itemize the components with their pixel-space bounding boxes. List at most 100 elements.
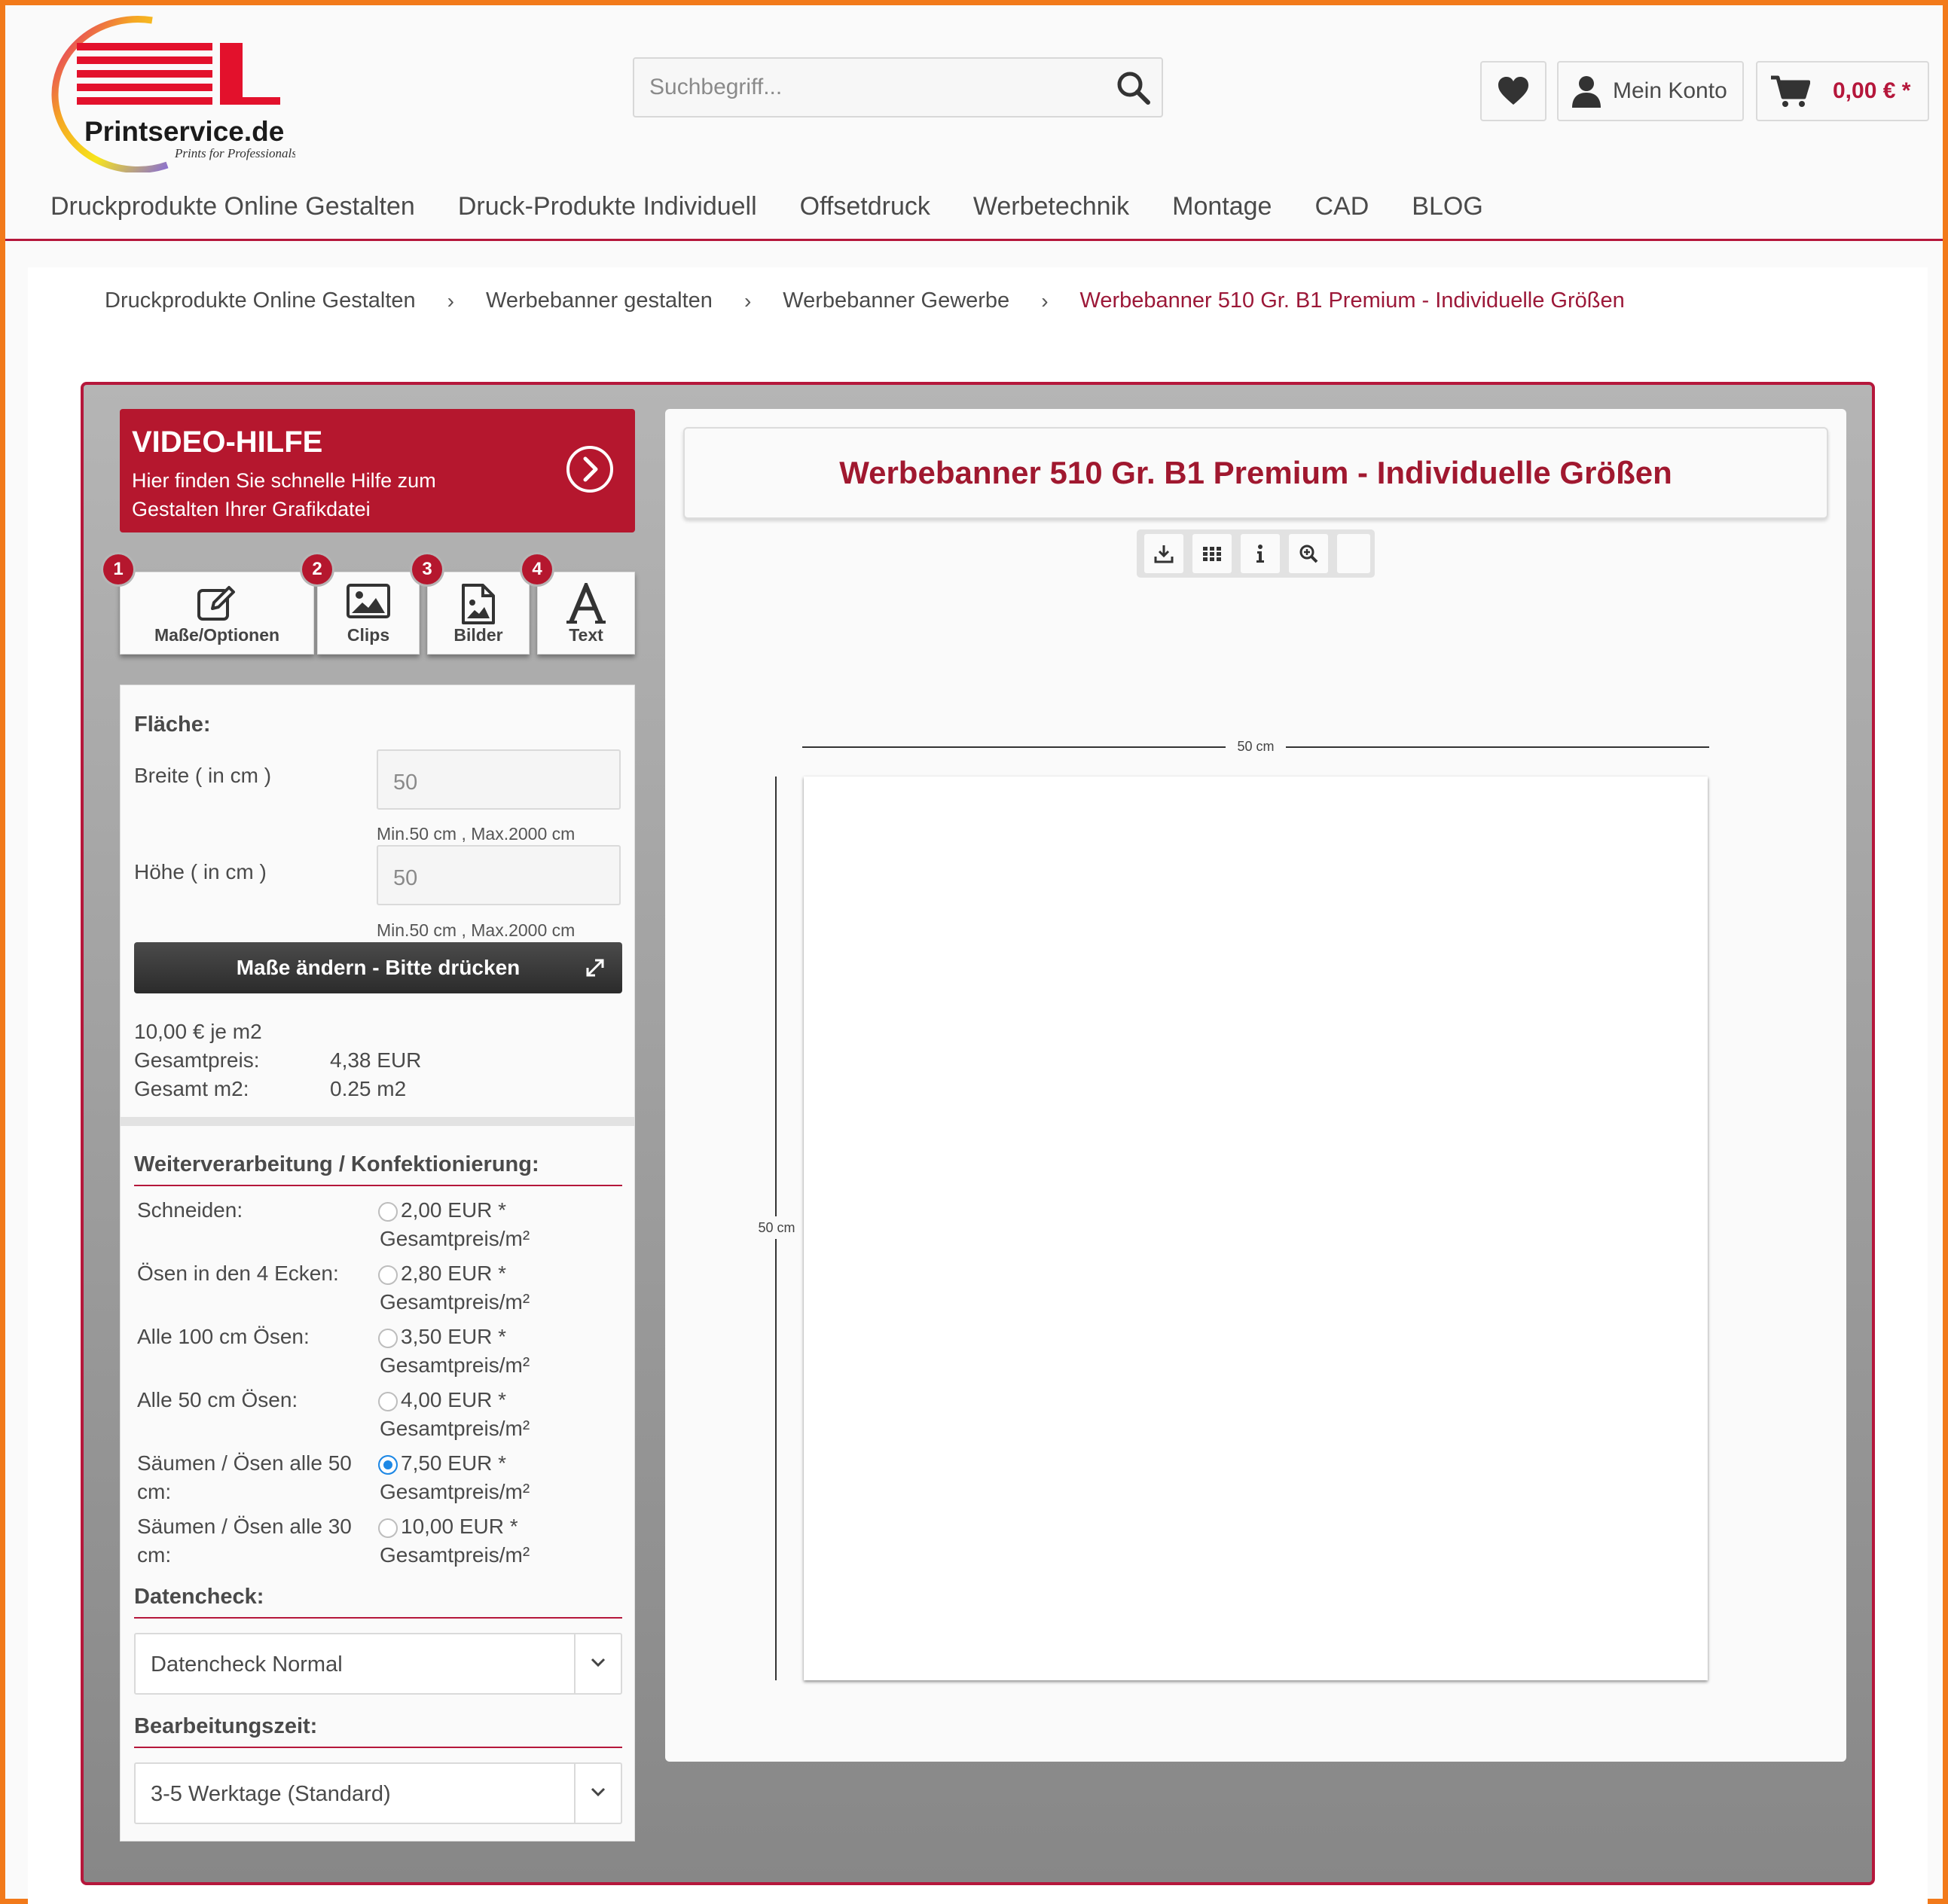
search-input[interactable] <box>634 59 1101 116</box>
search-box <box>633 57 1163 117</box>
canvas-toolbar <box>1137 529 1375 578</box>
tab-label: Clips <box>347 625 390 645</box>
finishing-option-price: 3,50 EUR * Gesamtpreis/m² <box>380 1325 530 1377</box>
finishing-option-price: 2,80 EUR * Gesamtpreis/m² <box>380 1262 530 1314</box>
banner-designer: VIDEO-HILFE Hier finden Sie schnelle Hil… <box>81 382 1875 1885</box>
processing-value: 3-5 Werktage (Standard) <box>151 1782 391 1806</box>
main-navigation: Druckprodukte Online Gestalten Druck-Pro… <box>50 192 1526 221</box>
chevron-down-icon <box>591 1787 606 1797</box>
video-help-title: VIDEO-HILFE <box>132 426 323 459</box>
nav-item[interactable]: Montage <box>1172 192 1272 221</box>
total-m2-label: Gesamt m2: <box>134 1077 249 1100</box>
width-dimension-label: 50 cm <box>1226 736 1286 757</box>
options-panel: Fläche: Breite ( in cm ) 50 Min.50 cm , … <box>120 685 635 1841</box>
video-help-banner[interactable]: VIDEO-HILFE Hier finden Sie schnelle Hil… <box>120 409 635 532</box>
breadcrumb-item[interactable]: Druckprodukte Online Gestalten <box>105 288 416 313</box>
finishing-option-price: 7,50 EUR * Gesamtpreis/m² <box>380 1451 530 1503</box>
dropdown-toggle[interactable] <box>574 1634 621 1693</box>
finishing-option-label: Ösen in den 4 Ecken: <box>137 1262 339 1285</box>
chevron-right-icon: › <box>447 288 454 313</box>
logo-tagline: Prints for Professionals <box>174 146 295 160</box>
info-icon[interactable] <box>1241 534 1280 573</box>
tab-text[interactable]: Text <box>537 572 635 654</box>
design-artboard[interactable] <box>804 777 1708 1680</box>
dropdown-toggle[interactable] <box>574 1764 621 1823</box>
price-per-m2: 10,00 € je m2 <box>134 1020 262 1043</box>
file-image-icon <box>462 584 495 624</box>
step-badge: 4 <box>522 554 552 584</box>
finishing-option-label: Schneiden: <box>137 1198 243 1222</box>
width-label: Breite ( in cm ) <box>134 764 272 787</box>
nav-item[interactable]: CAD <box>1314 192 1369 221</box>
finishing-option-price: 2,00 EUR * Gesamtpreis/m² <box>380 1198 530 1250</box>
finishing-option-price: 4,00 EUR * Gesamtpreis/m² <box>380 1388 530 1440</box>
section-divider <box>121 1117 634 1126</box>
chevron-down-icon <box>591 1658 606 1668</box>
cart-button[interactable]: 0,00 € * <box>1756 61 1929 121</box>
tab-label: Text <box>569 625 603 645</box>
finishing-option-label: Alle 100 cm Ösen: <box>137 1325 310 1348</box>
width-hint: Min.50 cm , Max.2000 cm <box>377 824 576 844</box>
breadcrumb-bar: Druckprodukte Online Gestalten › Werbeba… <box>28 267 1928 338</box>
processing-heading: Bearbeitungszeit: <box>134 1714 318 1738</box>
product-title: Werbebanner 510 Gr. B1 Premium - Individ… <box>683 427 1828 519</box>
step-badge: 2 <box>302 554 332 584</box>
site-logo[interactable]: XL Printservice.de Prints for Profession… <box>39 14 297 173</box>
account-button[interactable]: Mein Konto <box>1557 61 1744 121</box>
edit-icon <box>197 586 235 621</box>
video-help-subtitle: Hier finden Sie schnelle Hilfe zum Gesta… <box>132 469 436 520</box>
tab-clips[interactable]: Clips <box>317 572 420 654</box>
breadcrumb-item[interactable]: Werbebanner Gewerbe <box>783 288 1009 313</box>
user-icon <box>1572 76 1601 108</box>
width-input[interactable]: 50 <box>377 749 621 810</box>
arrow-circle-right-icon[interactable] <box>566 445 614 493</box>
nav-item[interactable]: Druckprodukte Online Gestalten <box>50 192 415 221</box>
nav-item[interactable]: Offsetdruck <box>800 192 930 221</box>
finishing-option-price: 10,00 EUR * Gesamtpreis/m² <box>380 1515 530 1567</box>
nav-item[interactable]: BLOG <box>1412 192 1482 221</box>
breadcrumb-item[interactable]: Werbebanner gestalten <box>486 288 713 313</box>
heading-underline <box>134 1185 622 1186</box>
nav-item[interactable]: Druck-Produkte Individuell <box>458 192 757 221</box>
heart-icon <box>1498 77 1528 105</box>
finishing-option-label: Alle 50 cm Ösen: <box>137 1388 298 1411</box>
site-header: XL Printservice.de Prints for Profession… <box>5 5 1943 241</box>
area-heading: Fläche: <box>134 712 211 737</box>
finishing-option-label: Säumen / Ösen alle 50 cm: <box>137 1451 352 1503</box>
grid-icon[interactable] <box>1192 534 1232 573</box>
total-price-value: 4,38 EUR <box>330 1048 422 1072</box>
page-frame: XL Printservice.de Prints for Profession… <box>0 0 1948 1904</box>
logo-name: Printservice.de <box>84 116 284 147</box>
expand-icon <box>586 959 604 977</box>
heading-underline <box>134 1617 622 1619</box>
height-input[interactable]: 50 <box>377 845 621 905</box>
step-badge: 1 <box>103 554 133 584</box>
nav-item[interactable]: Werbetechnik <box>973 192 1129 221</box>
tab-label: Bilder <box>453 625 503 645</box>
total-m2-value: 0.25 m2 <box>330 1077 407 1100</box>
datacheck-select[interactable]: Datencheck Normal <box>134 1633 622 1695</box>
finishing-heading: Weiterverarbeitung / Konfektionierung: <box>134 1152 539 1176</box>
canvas-panel: Werbebanner 510 Gr. B1 Premium - Individ… <box>665 409 1846 1762</box>
download-icon[interactable] <box>1144 534 1183 573</box>
change-size-label: Maße ändern - Bitte drücken <box>236 956 521 979</box>
blank-tool[interactable] <box>1337 534 1370 573</box>
processing-select[interactable]: 3-5 Werktage (Standard) <box>134 1762 622 1824</box>
account-label: Mein Konto <box>1613 78 1727 103</box>
step-badge: 3 <box>412 554 442 584</box>
tab-label: Maße/Optionen <box>154 625 280 645</box>
tab-bilder[interactable]: Bilder <box>427 572 530 654</box>
search-icon[interactable] <box>1113 68 1153 107</box>
heading-underline <box>134 1747 622 1748</box>
breadcrumb-current[interactable]: Werbebanner 510 Gr. B1 Premium - Individ… <box>1080 288 1625 313</box>
text-icon <box>566 583 606 624</box>
datacheck-heading: Datencheck: <box>134 1585 264 1609</box>
breadcrumb: Druckprodukte Online Gestalten › Werbeba… <box>105 288 1625 313</box>
change-size-button[interactable]: Maße ändern - Bitte drücken <box>134 942 622 993</box>
cart-amount: 0,00 € * <box>1833 78 1911 103</box>
tab-masse-optionen[interactable]: Maße/Optionen <box>120 572 314 654</box>
total-price-label: Gesamtpreis: <box>134 1048 260 1072</box>
cart-icon <box>1771 75 1810 107</box>
zoom-icon[interactable] <box>1289 534 1328 573</box>
wishlist-button[interactable] <box>1480 61 1546 121</box>
